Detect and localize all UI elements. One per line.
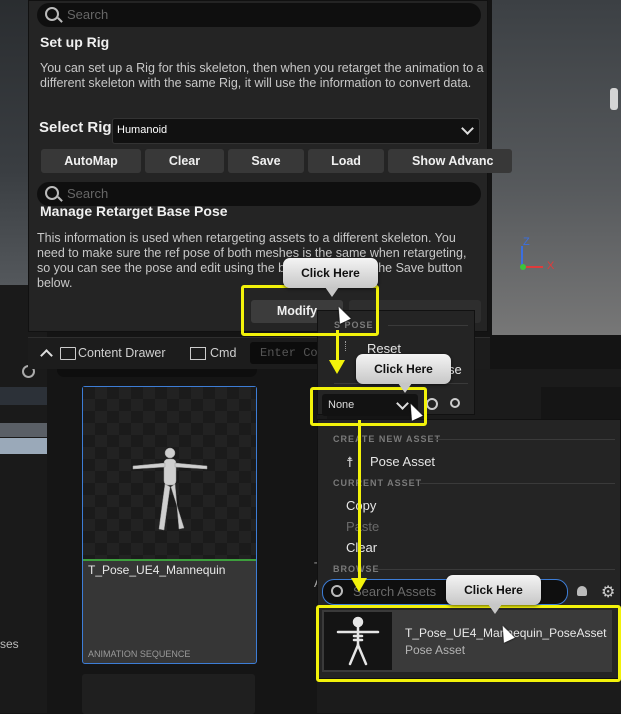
asset-type: ANIMATION SEQUENCE <box>88 649 191 659</box>
mannequin-fragment <box>610 88 618 110</box>
search-placeholder: Search <box>67 186 109 201</box>
mannequin-image <box>132 447 208 531</box>
search-placeholder: Search <box>67 7 109 22</box>
asset-thumbnail <box>83 387 256 561</box>
axis-gizmo: Z X <box>517 236 557 276</box>
menu-item-paste[interactable]: Paste <box>346 519 379 534</box>
click-here-callout-2: Click Here <box>356 354 451 393</box>
rig-search-input[interactable]: Search <box>37 3 481 27</box>
menu-item-pose-asset[interactable]: Pose Asset <box>370 454 435 469</box>
save-button[interactable]: Save <box>228 149 304 173</box>
user-icon[interactable] <box>577 586 587 596</box>
asset-card-t-pose[interactable]: T_Pose_UE4_Mannequin ANIMATION SEQUENCE <box>82 386 257 664</box>
viewport-left-background <box>0 0 30 285</box>
arrow-head-1 <box>329 360 345 374</box>
select-rig-dropdown[interactable]: Humanoid <box>112 118 480 144</box>
sidebar-partial-label[interactable]: ses <box>0 637 19 651</box>
asset-name: T_Pose_UE4_Mannequin <box>88 563 226 577</box>
sidebar-row[interactable] <box>0 387 47 405</box>
chevron-up-icon[interactable] <box>40 349 53 362</box>
back-arrow-icon[interactable] <box>426 398 438 410</box>
setup-rig-title: Set up Rig <box>40 34 110 50</box>
menu-item-copy[interactable]: Copy <box>346 498 376 513</box>
click-here-callout-3: Click Here <box>446 575 541 614</box>
reset-icon <box>345 341 350 351</box>
menu-item-clear[interactable]: Clear <box>346 540 377 555</box>
menu-divider <box>420 483 615 484</box>
arrow-line-1 <box>336 330 339 362</box>
menu-divider <box>388 325 468 326</box>
sidebar-row[interactable] <box>0 438 47 454</box>
highlight-pose-result <box>316 605 621 682</box>
base-pose-title: Manage Retarget Base Pose <box>40 203 228 219</box>
show-advanced-button[interactable]: Show Advanc <box>388 149 512 173</box>
terminal-icon <box>190 347 206 360</box>
settings-gear-icon[interactable]: ⚙ <box>601 582 615 602</box>
section-create-new-asset: CREATE NEW ASSET <box>333 434 442 444</box>
pose-asset-icon: ☨ <box>346 454 354 470</box>
search-icon <box>45 186 59 200</box>
base-pose-description: This information is used when retargetin… <box>37 231 467 290</box>
clear-button[interactable]: Clear <box>145 149 224 173</box>
sidebar-row-selected[interactable] <box>0 423 47 437</box>
chevron-down-icon <box>461 122 474 135</box>
section-current-asset: CURRENT ASSET <box>333 478 423 488</box>
retarget-manager-panel: Search Set up Rig You can set up a Rig f… <box>28 0 512 332</box>
menu-divider <box>435 439 615 440</box>
arrow-head-2 <box>351 578 367 592</box>
cmd-button[interactable]: Cmd <box>210 346 236 360</box>
setup-rig-description: You can set up a Rig for this skeleton, … <box>40 61 484 90</box>
search-icon <box>331 585 343 597</box>
asset-tile-placeholder[interactable] <box>82 674 255 714</box>
content-drawer-button[interactable]: Content Drawer <box>78 346 166 360</box>
browse-search-icon[interactable] <box>450 398 460 408</box>
select-rig-value: Humanoid <box>117 124 168 136</box>
highlight-modify <box>241 285 379 336</box>
axis-x-label: X <box>547 260 555 272</box>
automap-button[interactable]: AutoMap <box>41 149 141 173</box>
folder-icon <box>60 347 76 360</box>
click-here-callout-1: Click Here <box>283 258 378 297</box>
search-icon <box>45 7 59 21</box>
section-browse: BROWSE <box>333 564 380 574</box>
axis-z-label: Z <box>523 236 530 248</box>
select-rig-label: Select Rig <box>39 119 112 136</box>
load-button[interactable]: Load <box>308 149 384 173</box>
arrow-line-2 <box>358 420 361 580</box>
menu-divider <box>378 569 615 570</box>
